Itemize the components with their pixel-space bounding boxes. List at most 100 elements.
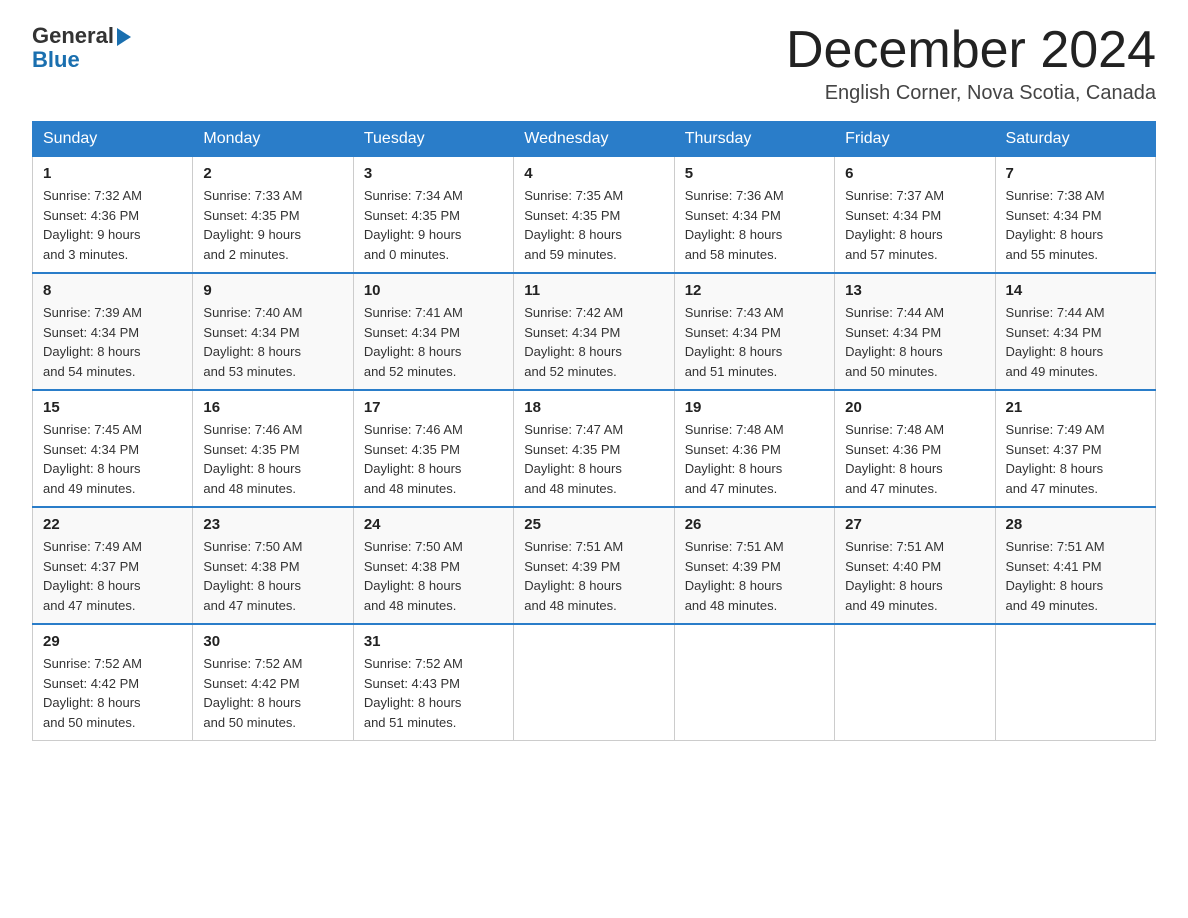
day-number: 4 — [524, 165, 663, 182]
calendar-cell — [995, 624, 1155, 741]
day-number: 29 — [43, 633, 182, 650]
calendar-cell: 12 Sunrise: 7:43 AMSunset: 4:34 PMDaylig… — [674, 273, 834, 390]
day-number: 13 — [845, 282, 984, 299]
day-info: Sunrise: 7:51 AMSunset: 4:39 PMDaylight:… — [524, 537, 663, 615]
week-row-2: 8 Sunrise: 7:39 AMSunset: 4:34 PMDayligh… — [33, 273, 1156, 390]
weekday-header-tuesday: Tuesday — [353, 122, 513, 157]
calendar-table: SundayMondayTuesdayWednesdayThursdayFrid… — [32, 121, 1156, 741]
day-number: 1 — [43, 165, 182, 182]
weekday-header-wednesday: Wednesday — [514, 122, 674, 157]
day-info: Sunrise: 7:51 AMSunset: 4:40 PMDaylight:… — [845, 537, 984, 615]
day-number: 6 — [845, 165, 984, 182]
day-info: Sunrise: 7:35 AMSunset: 4:35 PMDaylight:… — [524, 186, 663, 264]
day-number: 9 — [203, 282, 342, 299]
day-info: Sunrise: 7:50 AMSunset: 4:38 PMDaylight:… — [364, 537, 503, 615]
day-info: Sunrise: 7:41 AMSunset: 4:34 PMDaylight:… — [364, 303, 503, 381]
calendar-cell: 23 Sunrise: 7:50 AMSunset: 4:38 PMDaylig… — [193, 507, 353, 624]
logo-general: General — [32, 24, 114, 48]
day-number: 23 — [203, 516, 342, 533]
logo: General Blue — [32, 24, 131, 72]
day-info: Sunrise: 7:51 AMSunset: 4:41 PMDaylight:… — [1006, 537, 1145, 615]
weekday-header-row: SundayMondayTuesdayWednesdayThursdayFrid… — [33, 122, 1156, 157]
calendar-cell: 2 Sunrise: 7:33 AMSunset: 4:35 PMDayligh… — [193, 157, 353, 274]
calendar-cell — [674, 624, 834, 741]
day-number: 25 — [524, 516, 663, 533]
day-info: Sunrise: 7:50 AMSunset: 4:38 PMDaylight:… — [203, 537, 342, 615]
calendar-cell: 10 Sunrise: 7:41 AMSunset: 4:34 PMDaylig… — [353, 273, 513, 390]
day-number: 31 — [364, 633, 503, 650]
calendar-cell: 20 Sunrise: 7:48 AMSunset: 4:36 PMDaylig… — [835, 390, 995, 507]
weekday-header-thursday: Thursday — [674, 122, 834, 157]
calendar-cell: 16 Sunrise: 7:46 AMSunset: 4:35 PMDaylig… — [193, 390, 353, 507]
weekday-header-sunday: Sunday — [33, 122, 193, 157]
calendar-cell: 13 Sunrise: 7:44 AMSunset: 4:34 PMDaylig… — [835, 273, 995, 390]
day-number: 27 — [845, 516, 984, 533]
day-info: Sunrise: 7:49 AMSunset: 4:37 PMDaylight:… — [43, 537, 182, 615]
title-block: December 2024 English Corner, Nova Scoti… — [786, 24, 1156, 105]
day-number: 5 — [685, 165, 824, 182]
day-info: Sunrise: 7:51 AMSunset: 4:39 PMDaylight:… — [685, 537, 824, 615]
day-info: Sunrise: 7:34 AMSunset: 4:35 PMDaylight:… — [364, 186, 503, 264]
page-header: General Blue December 2024 English Corne… — [32, 24, 1156, 105]
calendar-cell: 25 Sunrise: 7:51 AMSunset: 4:39 PMDaylig… — [514, 507, 674, 624]
calendar-cell: 30 Sunrise: 7:52 AMSunset: 4:42 PMDaylig… — [193, 624, 353, 741]
week-row-3: 15 Sunrise: 7:45 AMSunset: 4:34 PMDaylig… — [33, 390, 1156, 507]
day-info: Sunrise: 7:44 AMSunset: 4:34 PMDaylight:… — [845, 303, 984, 381]
calendar-cell: 7 Sunrise: 7:38 AMSunset: 4:34 PMDayligh… — [995, 157, 1155, 274]
day-number: 26 — [685, 516, 824, 533]
calendar-cell — [835, 624, 995, 741]
calendar-cell: 19 Sunrise: 7:48 AMSunset: 4:36 PMDaylig… — [674, 390, 834, 507]
day-info: Sunrise: 7:45 AMSunset: 4:34 PMDaylight:… — [43, 420, 182, 498]
day-number: 30 — [203, 633, 342, 650]
day-number: 18 — [524, 399, 663, 416]
day-info: Sunrise: 7:39 AMSunset: 4:34 PMDaylight:… — [43, 303, 182, 381]
day-number: 20 — [845, 399, 984, 416]
weekday-header-friday: Friday — [835, 122, 995, 157]
day-info: Sunrise: 7:38 AMSunset: 4:34 PMDaylight:… — [1006, 186, 1145, 264]
day-info: Sunrise: 7:52 AMSunset: 4:42 PMDaylight:… — [43, 654, 182, 732]
day-info: Sunrise: 7:48 AMSunset: 4:36 PMDaylight:… — [845, 420, 984, 498]
logo-arrow-icon — [117, 28, 131, 46]
calendar-cell: 11 Sunrise: 7:42 AMSunset: 4:34 PMDaylig… — [514, 273, 674, 390]
day-info: Sunrise: 7:32 AMSunset: 4:36 PMDaylight:… — [43, 186, 182, 264]
calendar-cell: 22 Sunrise: 7:49 AMSunset: 4:37 PMDaylig… — [33, 507, 193, 624]
day-number: 16 — [203, 399, 342, 416]
week-row-5: 29 Sunrise: 7:52 AMSunset: 4:42 PMDaylig… — [33, 624, 1156, 741]
calendar-cell: 31 Sunrise: 7:52 AMSunset: 4:43 PMDaylig… — [353, 624, 513, 741]
calendar-cell: 8 Sunrise: 7:39 AMSunset: 4:34 PMDayligh… — [33, 273, 193, 390]
logo-blue: Blue — [32, 48, 131, 72]
day-number: 17 — [364, 399, 503, 416]
day-info: Sunrise: 7:52 AMSunset: 4:43 PMDaylight:… — [364, 654, 503, 732]
calendar-cell: 18 Sunrise: 7:47 AMSunset: 4:35 PMDaylig… — [514, 390, 674, 507]
month-title: December 2024 — [786, 24, 1156, 76]
location-title: English Corner, Nova Scotia, Canada — [786, 82, 1156, 105]
day-info: Sunrise: 7:36 AMSunset: 4:34 PMDaylight:… — [685, 186, 824, 264]
calendar-cell: 1 Sunrise: 7:32 AMSunset: 4:36 PMDayligh… — [33, 157, 193, 274]
calendar-cell: 14 Sunrise: 7:44 AMSunset: 4:34 PMDaylig… — [995, 273, 1155, 390]
week-row-4: 22 Sunrise: 7:49 AMSunset: 4:37 PMDaylig… — [33, 507, 1156, 624]
calendar-cell: 28 Sunrise: 7:51 AMSunset: 4:41 PMDaylig… — [995, 507, 1155, 624]
calendar-cell: 29 Sunrise: 7:52 AMSunset: 4:42 PMDaylig… — [33, 624, 193, 741]
calendar-cell: 9 Sunrise: 7:40 AMSunset: 4:34 PMDayligh… — [193, 273, 353, 390]
day-number: 21 — [1006, 399, 1145, 416]
calendar-cell: 3 Sunrise: 7:34 AMSunset: 4:35 PMDayligh… — [353, 157, 513, 274]
calendar-cell: 17 Sunrise: 7:46 AMSunset: 4:35 PMDaylig… — [353, 390, 513, 507]
calendar-cell — [514, 624, 674, 741]
day-number: 19 — [685, 399, 824, 416]
calendar-cell: 15 Sunrise: 7:45 AMSunset: 4:34 PMDaylig… — [33, 390, 193, 507]
day-info: Sunrise: 7:43 AMSunset: 4:34 PMDaylight:… — [685, 303, 824, 381]
calendar-cell: 4 Sunrise: 7:35 AMSunset: 4:35 PMDayligh… — [514, 157, 674, 274]
day-info: Sunrise: 7:49 AMSunset: 4:37 PMDaylight:… — [1006, 420, 1145, 498]
day-info: Sunrise: 7:42 AMSunset: 4:34 PMDaylight:… — [524, 303, 663, 381]
day-info: Sunrise: 7:46 AMSunset: 4:35 PMDaylight:… — [364, 420, 503, 498]
day-info: Sunrise: 7:52 AMSunset: 4:42 PMDaylight:… — [203, 654, 342, 732]
day-number: 3 — [364, 165, 503, 182]
weekday-header-monday: Monday — [193, 122, 353, 157]
day-number: 8 — [43, 282, 182, 299]
calendar-cell: 5 Sunrise: 7:36 AMSunset: 4:34 PMDayligh… — [674, 157, 834, 274]
day-number: 11 — [524, 282, 663, 299]
day-number: 24 — [364, 516, 503, 533]
day-info: Sunrise: 7:37 AMSunset: 4:34 PMDaylight:… — [845, 186, 984, 264]
weekday-header-saturday: Saturday — [995, 122, 1155, 157]
day-info: Sunrise: 7:48 AMSunset: 4:36 PMDaylight:… — [685, 420, 824, 498]
